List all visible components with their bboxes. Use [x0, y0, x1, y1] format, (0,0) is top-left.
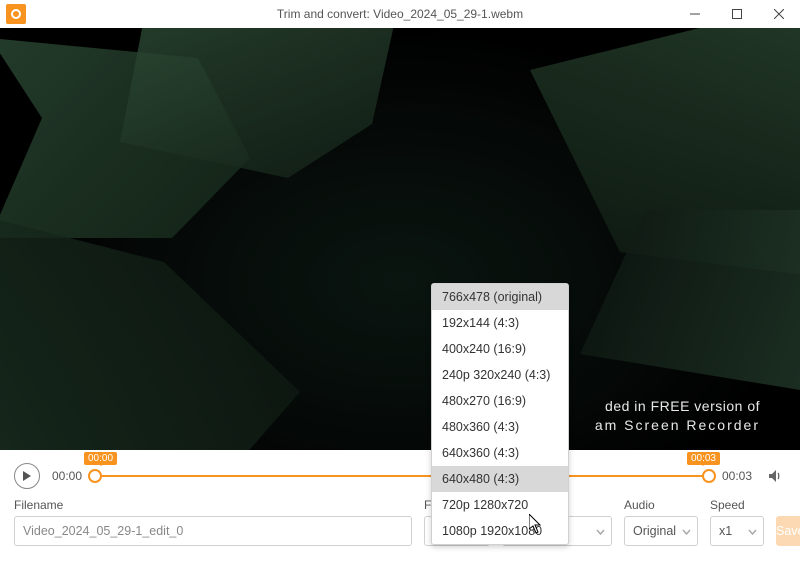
speed-label: Speed — [710, 498, 764, 512]
maximize-button[interactable] — [716, 0, 758, 28]
save-button[interactable]: Save — [776, 516, 800, 546]
resolution-option[interactable]: 400x240 (16:9) — [432, 336, 568, 362]
video-frame — [0, 28, 800, 450]
volume-icon[interactable] — [764, 465, 786, 487]
resolution-option[interactable]: 720p 1280x720 — [432, 492, 568, 518]
trim-start-handle[interactable] — [88, 469, 102, 483]
chevron-down-icon — [596, 524, 605, 538]
audio-select[interactable]: Original — [624, 516, 698, 546]
resolution-option[interactable]: 240p 320x240 (4:3) — [432, 362, 568, 388]
speed-select[interactable]: x1 — [710, 516, 764, 546]
app-icon — [6, 4, 26, 24]
resolution-option[interactable]: 1080p 1920x1080 — [432, 518, 568, 544]
trim-end-handle[interactable] — [702, 469, 716, 483]
audio-label: Audio — [624, 498, 698, 512]
watermark-text: ded in FREE version of am Screen Recorde… — [595, 397, 760, 436]
filename-label: Filename — [14, 498, 412, 512]
filename-input[interactable] — [14, 516, 412, 546]
resolution-dropdown[interactable]: 766x478 (original) 192x144 (4:3) 400x240… — [431, 283, 569, 545]
resolution-option[interactable]: 766x478 (original) — [432, 284, 568, 310]
chevron-down-icon — [748, 524, 757, 538]
trim-end-tag: 00:03 — [687, 452, 720, 465]
resolution-option[interactable]: 640x480 (4:3) — [432, 466, 568, 492]
chevron-down-icon — [682, 524, 691, 538]
resolution-option[interactable]: 640x360 (4:3) — [432, 440, 568, 466]
trim-start-tag: 00:00 — [84, 452, 117, 465]
resolution-option[interactable]: 192x144 (4:3) — [432, 310, 568, 336]
playback-controls: 00:00 00:00 00:03 00:03 — [0, 450, 800, 492]
timeline[interactable]: 00:00 00:03 — [94, 464, 710, 488]
video-preview[interactable]: ded in FREE version of am Screen Recorde… — [0, 28, 800, 450]
options-row: Filename Format WEBM Resolution Audio Or… — [0, 492, 800, 556]
titlebar: Trim and convert: Video_2024_05_29-1.web… — [0, 0, 800, 28]
resolution-option[interactable]: 480x270 (16:9) — [432, 388, 568, 414]
time-start: 00:00 — [48, 469, 86, 483]
play-button[interactable] — [14, 463, 40, 489]
window-controls — [674, 0, 800, 28]
minimize-button[interactable] — [674, 0, 716, 28]
close-button[interactable] — [758, 0, 800, 28]
time-end: 00:03 — [718, 469, 756, 483]
resolution-option[interactable]: 480x360 (4:3) — [432, 414, 568, 440]
